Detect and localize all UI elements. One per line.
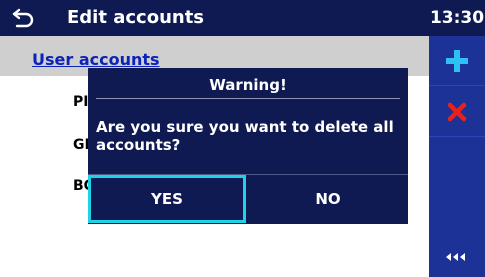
dialog-divider [96, 98, 400, 99]
clock: 13:30 [429, 0, 485, 36]
plus-icon [446, 50, 468, 72]
title-bar: Edit accounts [0, 0, 429, 36]
dialog-title: Warning! [209, 76, 287, 94]
warning-dialog: Warning! Are you sure you want to delete… [88, 68, 408, 224]
x-icon [447, 102, 467, 122]
account-item[interactable]: PI [73, 94, 88, 110]
add-account-button[interactable] [429, 36, 485, 86]
page-title: Edit accounts [67, 7, 205, 28]
more-icon[interactable] [445, 251, 469, 263]
delete-account-button[interactable] [429, 87, 485, 137]
yes-button[interactable]: YES [88, 175, 246, 223]
no-button[interactable]: NO [248, 175, 408, 223]
section-title-link[interactable]: User accounts [32, 51, 160, 69]
dialog-message: Are you sure you want to delete all acco… [96, 118, 394, 154]
sidebar [429, 36, 485, 277]
back-arrow-icon[interactable] [11, 7, 35, 29]
